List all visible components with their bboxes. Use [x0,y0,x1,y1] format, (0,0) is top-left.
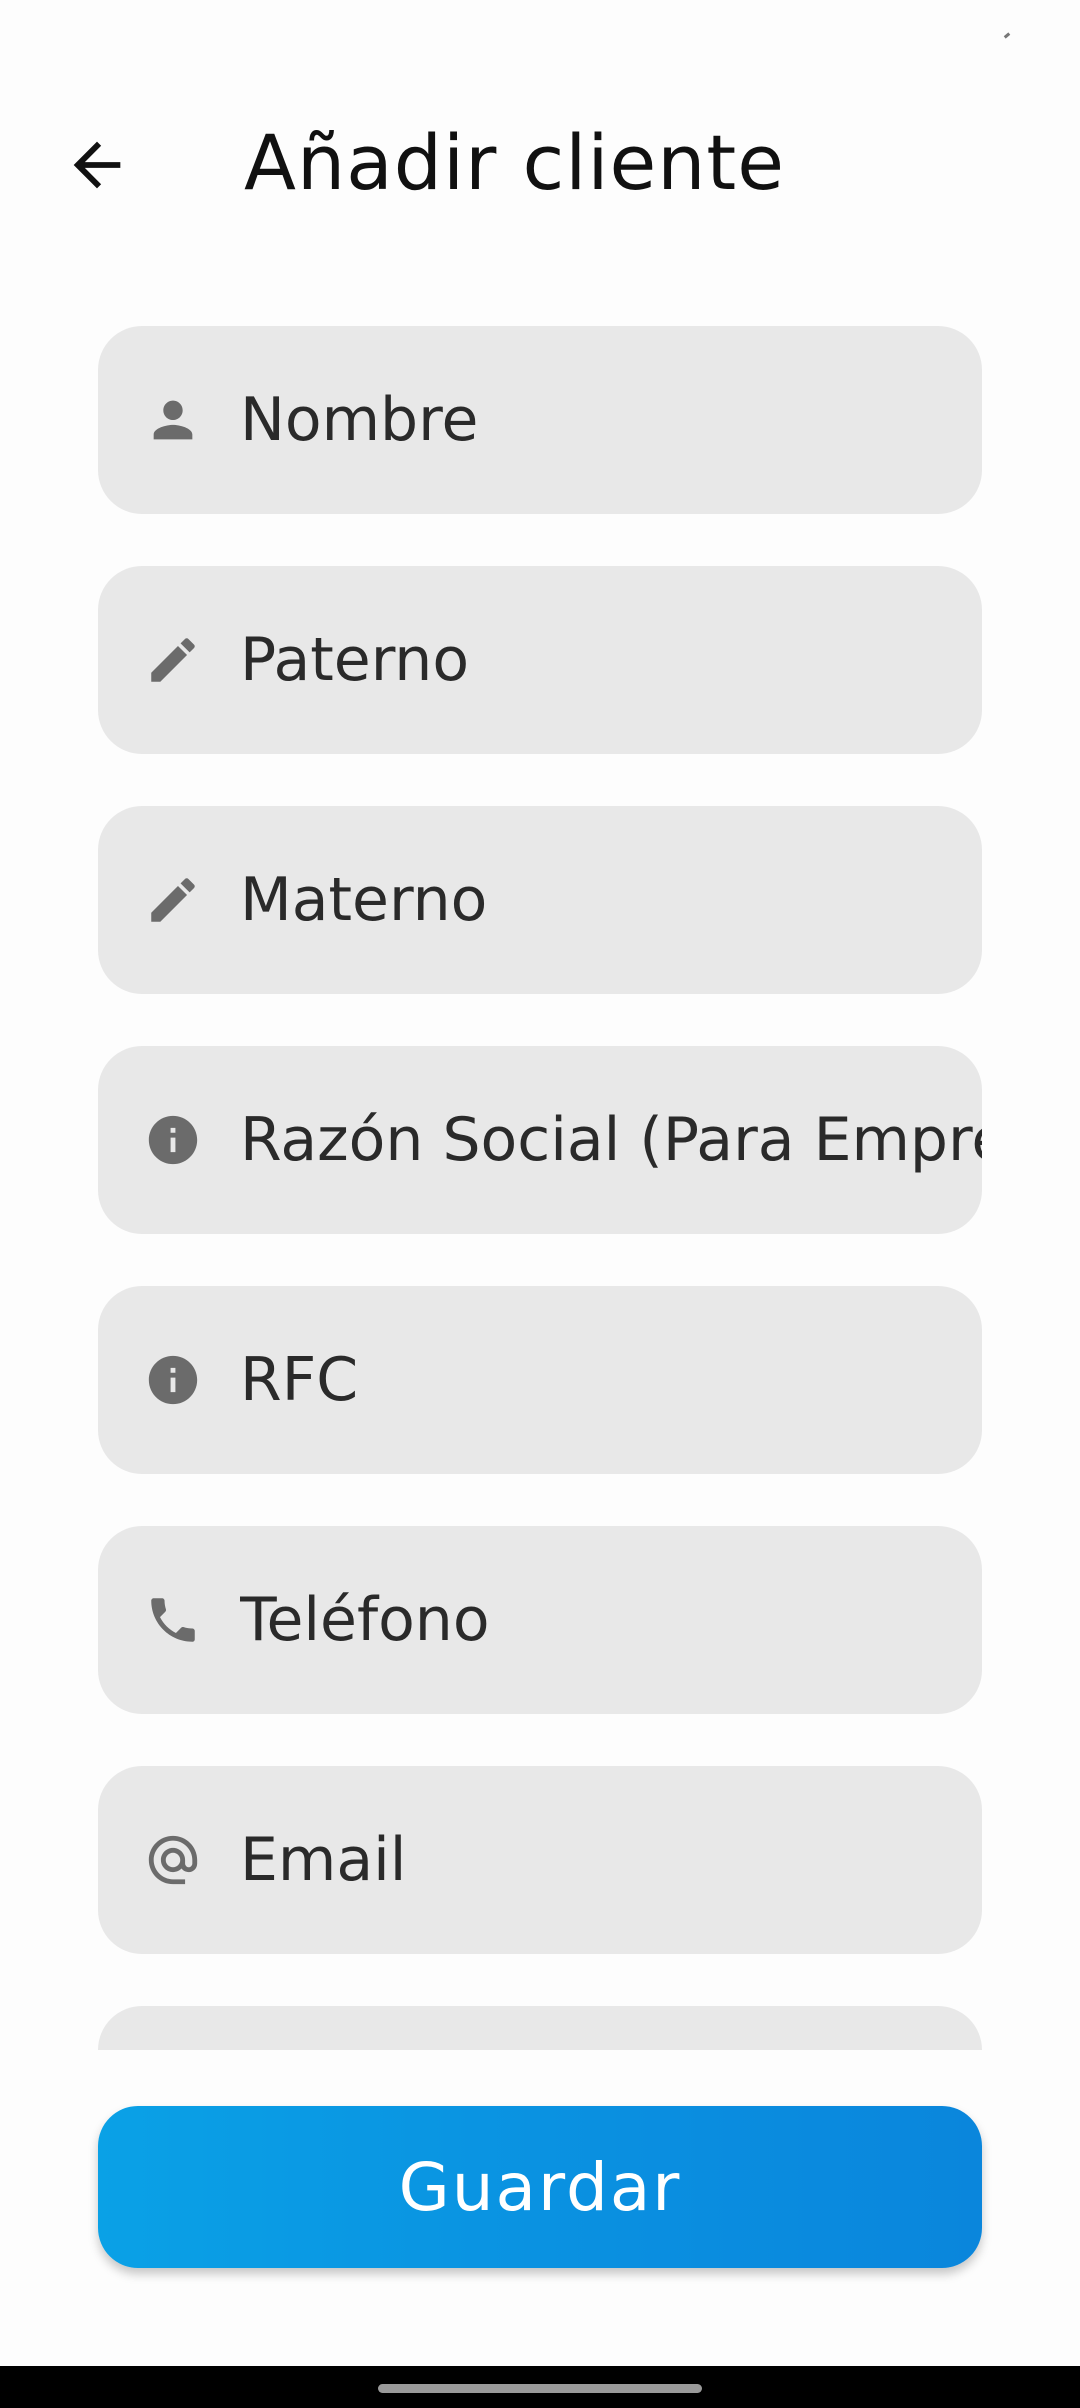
home-indicator[interactable] [378,2384,702,2393]
back-button[interactable] [52,120,142,210]
paternal-surname-input[interactable] [240,566,982,754]
status-bar-indicator [1003,32,1011,39]
arrow-left-icon [73,141,121,189]
business-name-input[interactable] [240,1046,982,1234]
rfc-field[interactable] [98,1286,982,1474]
rfc-input[interactable] [240,1286,982,1474]
person-icon [144,391,202,449]
info-icon [144,1111,202,1169]
save-button[interactable]: Guardar [98,2106,982,2268]
email-input[interactable] [240,1766,982,1954]
add-client-screen: Añadir cliente Nombre Paterno Materno Ra… [0,0,1080,2408]
at-sign-icon [144,1831,202,1889]
email-field[interactable] [98,1766,982,1954]
partial-field[interactable] [98,2006,982,2050]
name-input[interactable] [240,326,982,514]
phone-icon [144,1591,202,1649]
system-navigation-bar [0,2366,1080,2408]
phone-input[interactable] [240,1526,982,1714]
pencil-icon [144,631,202,689]
client-form [98,326,982,2050]
app-bar: Añadir cliente [0,100,1080,230]
pencil-icon [144,871,202,929]
paternal-surname-field[interactable] [98,566,982,754]
phone-field[interactable] [98,1526,982,1714]
business-name-field[interactable] [98,1046,982,1234]
name-field[interactable] [98,326,982,514]
maternal-surname-input[interactable] [240,806,982,994]
page-title: Añadir cliente [244,118,785,207]
info-icon [144,1351,202,1409]
maternal-surname-field[interactable] [98,806,982,994]
